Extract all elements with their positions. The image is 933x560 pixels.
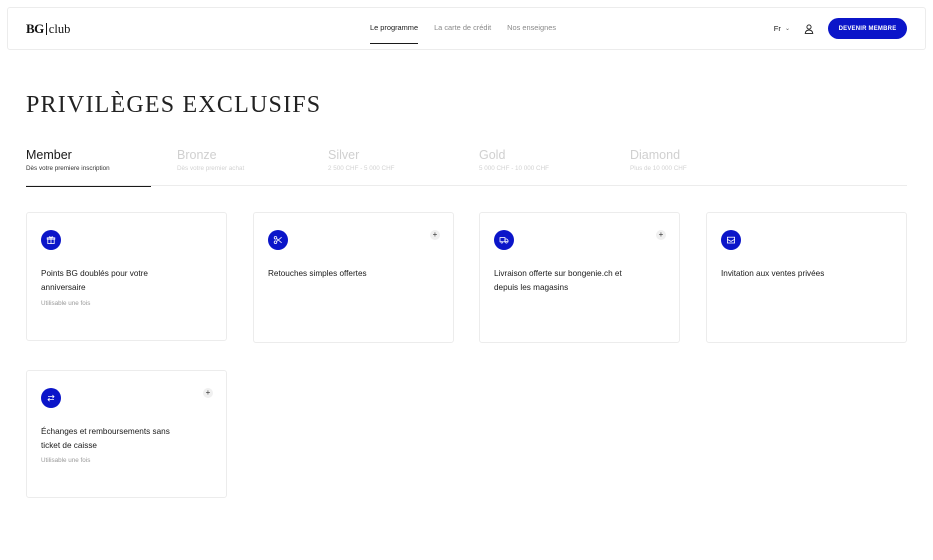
benefit-card-exchanges: + Échanges et remboursements sans ticket… (26, 370, 227, 498)
page-title: PRIVILÈGES EXCLUSIFS (26, 92, 322, 118)
benefit-card-free-delivery: + Livraison offerte sur bongenie.ch et d… (479, 212, 680, 343)
bg-club-logo[interactable]: BG club (26, 21, 70, 37)
tab-diamond[interactable]: Diamond Plus de 10 000 CHF (630, 148, 755, 186)
tab-member[interactable]: Member Dès votre premiere inscription (26, 148, 151, 187)
benefit-card-birthday-points: Points BG doublés pour votre anniversair… (26, 212, 227, 341)
benefit-note: Utilisable une fois (41, 457, 91, 464)
tab-bronze[interactable]: Bronze Dès votre premier achat (177, 148, 302, 186)
logo-club-text: club (48, 21, 71, 36)
nav-nos-enseignes[interactable]: Nos enseignes (507, 23, 556, 32)
mail-invitation-icon (721, 230, 741, 250)
tier-subtitle: Plus de 10 000 CHF (630, 165, 687, 172)
benefit-card-alterations: + Retouches simples offertes (253, 212, 454, 343)
header-actions: Fr ⌄ DEVENIR MEMBRE (774, 18, 907, 39)
delivery-truck-icon (494, 230, 514, 250)
plus-icon[interactable]: + (203, 388, 213, 398)
tab-silver[interactable]: Silver 2 500 CHF - 5 000 CHF (328, 148, 453, 186)
language-label: Fr (773, 24, 781, 33)
plus-icon[interactable]: + (430, 230, 440, 240)
tier-name: Silver (328, 148, 360, 162)
logo-bg-text: BG (26, 21, 44, 36)
tier-subtitle: 5 000 CHF - 10 000 CHF (479, 165, 549, 172)
benefit-note: Utilisable une fois (41, 300, 91, 307)
nav-carte-de-credit[interactable]: La carte de crédit (434, 23, 491, 32)
nav-le-programme[interactable]: Le programme (370, 23, 419, 44)
plus-icon[interactable]: + (656, 230, 666, 240)
main-nav: Le programme La carte de crédit Nos ense… (370, 23, 556, 44)
benefit-title: Retouches simples offertes (268, 269, 367, 278)
gift-icon (41, 230, 61, 250)
tier-tabs: Member Dès votre premiere inscription Br… (26, 148, 907, 187)
tier-subtitle: Dès votre premiere inscription (26, 165, 110, 172)
site-header: BG club Le programme La carte de crédit … (7, 7, 926, 50)
exchange-icon (41, 388, 61, 408)
tier-name: Gold (479, 148, 506, 162)
chevron-down-icon: ⌄ (784, 26, 790, 32)
tier-name: Diamond (630, 148, 681, 162)
become-member-button[interactable]: DEVENIR MEMBRE (828, 18, 907, 39)
language-selector[interactable]: Fr ⌄ (774, 24, 790, 33)
benefit-title: Points BG doublés pour votre anniversair… (41, 269, 148, 292)
logo-separator (45, 23, 47, 35)
benefit-card-private-sales: Invitation aux ventes privées (706, 212, 907, 343)
tier-subtitle: 2 500 CHF - 5 000 CHF (328, 165, 395, 172)
benefit-title: Livraison offerte sur bongenie.ch et dep… (494, 269, 622, 292)
benefit-title: Échanges et remboursements sans ticket d… (41, 427, 170, 450)
tier-subtitle: Dès votre premier achat (177, 165, 245, 172)
tab-gold[interactable]: Gold 5 000 CHF - 10 000 CHF (479, 148, 604, 186)
scissors-icon (268, 230, 288, 250)
tier-name: Member (26, 148, 72, 162)
tier-name: Bronze (177, 148, 217, 162)
benefit-title: Invitation aux ventes privées (721, 269, 825, 278)
user-icon[interactable] (804, 23, 814, 34)
